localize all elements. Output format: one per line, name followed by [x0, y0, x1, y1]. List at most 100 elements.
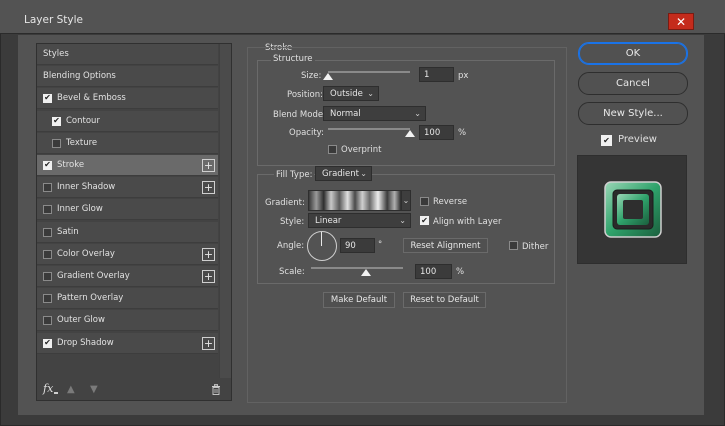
add-effect-button[interactable]: + — [202, 181, 215, 194]
opacity-slider-thumb[interactable] — [405, 130, 415, 137]
gradient-dropdown[interactable]: ⌄ — [401, 190, 411, 211]
sidebar-item-label: Contour — [66, 116, 100, 126]
close-button[interactable]: ✕ — [668, 13, 694, 30]
preview-checkbox[interactable]: ✔ — [601, 135, 612, 146]
sidebar-item-label: Inner Shadow — [57, 182, 116, 192]
preview-label: Preview — [618, 134, 657, 145]
sidebar-item-label: Inner Glow — [57, 204, 103, 214]
sidebar-item-color-overlay[interactable]: Color Overlay — [37, 244, 218, 265]
sidebar-item-inner-shadow[interactable]: Inner Shadow — [37, 177, 218, 198]
opacity-field[interactable]: 100 — [419, 125, 454, 140]
opacity-slider-track[interactable] — [328, 128, 410, 130]
sidebar-item-bevel-emboss[interactable]: ✔ Bevel & Emboss — [37, 88, 218, 109]
scale-slider-thumb[interactable] — [361, 269, 371, 276]
reverse-checkbox[interactable] — [420, 197, 429, 206]
size-field[interactable]: 1 — [419, 67, 454, 82]
angle-field[interactable]: 90 — [340, 238, 375, 253]
fill-type-dropdown[interactable]: Gradient ⌄ — [315, 166, 372, 181]
sidebar-item-texture[interactable]: Texture — [37, 133, 218, 154]
sidebar-item-styles[interactable]: Styles — [37, 44, 218, 65]
chevron-down-icon: ⌄ — [402, 196, 410, 205]
arrow-down-icon[interactable]: ▼ — [90, 384, 98, 395]
sidebar-item-contour[interactable]: ✔ Contour — [37, 111, 218, 132]
align-with-layer-label: Align with Layer — [433, 217, 502, 227]
sidebar-item-checkbox[interactable] — [43, 293, 52, 303]
ok-button[interactable]: OK — [578, 42, 688, 65]
make-default-button[interactable]: Make Default — [323, 292, 395, 308]
chevron-down-icon: ⌄ — [414, 109, 421, 118]
new-style-button[interactable]: New Style... — [578, 102, 688, 125]
sidebar-item-inner-glow[interactable]: Inner Glow — [37, 199, 218, 220]
add-effect-button[interactable]: + — [202, 248, 215, 261]
overprint-checkbox[interactable] — [328, 145, 337, 154]
scale-unit: % — [456, 267, 465, 277]
sidebar-item-checkbox[interactable] — [43, 315, 52, 325]
preview-thumbnail — [603, 180, 663, 239]
style-value: Linear — [315, 215, 342, 226]
scale-field[interactable]: 100 — [415, 264, 452, 279]
close-icon: ✕ — [675, 14, 687, 29]
sidebar-item-label: Gradient Overlay — [57, 271, 130, 281]
add-effect-button[interactable]: + — [202, 159, 215, 172]
sidebar-item-pattern-overlay[interactable]: Pattern Overlay — [37, 288, 218, 309]
sidebar-item-checkbox[interactable]: ✔ — [43, 338, 52, 348]
sidebar-item-checkbox[interactable] — [43, 182, 52, 192]
sidebar-item-outer-glow[interactable]: Outer Glow — [37, 310, 218, 331]
chevron-down-icon: ⌄ — [399, 216, 406, 225]
sidebar-item-checkbox[interactable] — [43, 271, 52, 281]
sidebar-item-blending-options[interactable]: Blending Options — [37, 66, 218, 87]
reset-to-default-button[interactable]: Reset to Default — [403, 292, 486, 308]
sidebar-item-satin[interactable]: Satin — [37, 222, 218, 243]
sidebar-item-checkbox[interactable] — [43, 249, 52, 259]
align-with-layer-checkbox[interactable]: ✔ — [420, 216, 429, 225]
sidebar-item-gradient-overlay[interactable]: Gradient Overlay — [37, 266, 218, 287]
sidebar-item-checkbox[interactable] — [43, 227, 52, 237]
sidebar-item-stroke[interactable]: ✔ Stroke — [37, 155, 218, 176]
size-slider-track[interactable] — [328, 71, 410, 73]
sidebar-item-checkbox[interactable]: ✔ — [43, 93, 52, 103]
add-effect-button[interactable]: + — [202, 270, 215, 283]
reset-alignment-button[interactable]: Reset Alignment — [403, 238, 488, 253]
fill-type-label: Fill Type: — [274, 170, 315, 180]
scale-label: Scale: — [279, 267, 305, 277]
dither-checkbox[interactable] — [509, 241, 518, 250]
sidebar-item-label: Styles — [43, 49, 69, 59]
scale-slider-track[interactable] — [311, 267, 403, 269]
sidebar-item-label: Texture — [66, 138, 98, 148]
opacity-label: Opacity: — [289, 128, 324, 138]
angle-dial[interactable] — [307, 231, 337, 261]
blend-mode-label: Blend Mode: — [273, 110, 326, 120]
position-dropdown[interactable]: Outside ⌄ — [323, 86, 379, 101]
sidebar-item-checkbox[interactable]: ✔ — [52, 116, 61, 126]
angle-unit: ° — [378, 240, 383, 250]
size-unit: px — [458, 71, 469, 81]
blend-mode-dropdown[interactable]: Normal ⌄ — [323, 106, 426, 121]
structure-title: Structure — [271, 54, 315, 64]
style-dropdown[interactable]: Linear ⌄ — [308, 213, 411, 228]
sidebar-item-drop-shadow[interactable]: ✔ Drop Shadow — [37, 333, 218, 354]
sidebar-item-checkbox[interactable] — [52, 138, 61, 148]
dialog-title: Layer Style — [24, 14, 83, 26]
sidebar-item-label: Bevel & Emboss — [57, 93, 126, 103]
fx-icon[interactable]: fx — [43, 382, 53, 395]
angle-label: Angle: — [277, 241, 305, 251]
blend-mode-value: Normal — [330, 108, 361, 119]
sidebar-item-label: Satin — [57, 227, 79, 237]
angle-dial-needle — [321, 232, 322, 246]
overprint-label: Overprint — [341, 145, 382, 155]
reverse-label: Reverse — [433, 197, 468, 207]
dither-label: Dither — [522, 242, 549, 252]
sidebar-item-checkbox[interactable] — [43, 204, 52, 214]
add-effect-button[interactable]: + — [202, 337, 215, 350]
styles-list-scrollbar[interactable] — [219, 44, 231, 400]
size-slider-thumb[interactable] — [323, 73, 333, 80]
fill-type-value: Gradient — [322, 168, 359, 179]
arrow-up-icon[interactable]: ▲ — [67, 384, 75, 395]
trash-icon[interactable] — [211, 384, 221, 398]
title-bar — [0, 0, 725, 34]
cancel-button[interactable]: Cancel — [578, 72, 688, 95]
style-label: Style: — [280, 217, 305, 227]
sidebar-item-checkbox[interactable]: ✔ — [43, 160, 52, 170]
gradient-swatch[interactable] — [308, 190, 402, 211]
sidebar-item-label: Drop Shadow — [57, 338, 114, 348]
